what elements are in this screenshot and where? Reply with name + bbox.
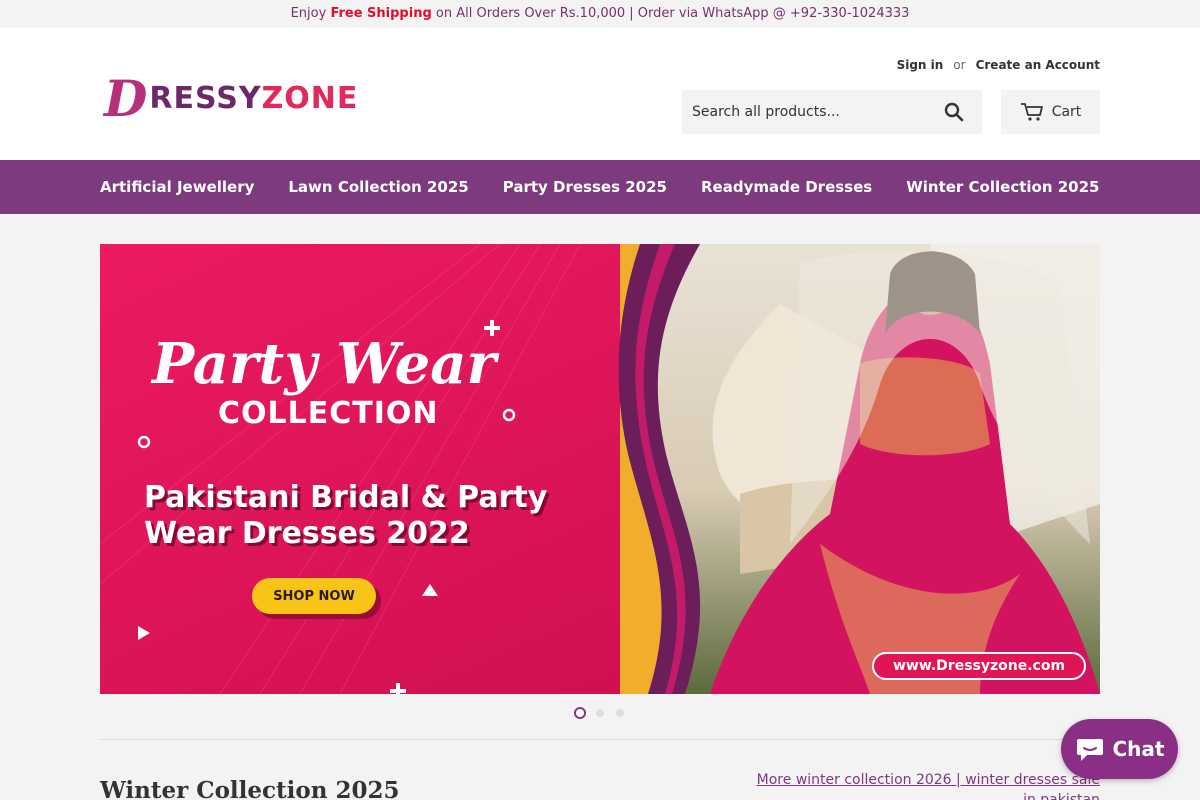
chat-icon (1076, 739, 1103, 761)
section-more-link[interactable]: More winter collection 2026 | winter dre… (740, 770, 1100, 800)
account-or: or (953, 58, 966, 72)
slider-dots (574, 707, 626, 719)
site-logo[interactable]: D RESSYZONE (104, 74, 358, 124)
hero-headline: Pakistani Bridal & Party Wear Dresses 20… (144, 480, 548, 551)
nav-item-readymade-dresses[interactable]: Readymade Dresses (701, 178, 872, 196)
cart-icon (1020, 103, 1043, 121)
hero-title-script: Party Wear (152, 331, 497, 397)
announcement-phone[interactable]: +92-330-1024333 (790, 6, 910, 21)
slider-dot-1[interactable] (574, 707, 586, 719)
search-input[interactable] (682, 104, 932, 120)
sign-in-link[interactable]: Sign in (897, 58, 944, 72)
search-form (682, 90, 982, 134)
announcement-prefix: Enjoy (290, 6, 327, 21)
search-icon (944, 102, 964, 122)
section-divider (100, 739, 1100, 740)
nav-item-party-dresses[interactable]: Party Dresses 2025 (503, 178, 667, 196)
create-account-link[interactable]: Create an Account (976, 58, 1100, 72)
logo-wordmark: RESSYZONE (149, 84, 358, 114)
logo-word-part-a: RESSY (149, 81, 262, 116)
section-title: Winter Collection 2025 (100, 777, 400, 800)
chat-label: Chat (1112, 737, 1165, 761)
search-button[interactable] (932, 90, 976, 134)
hero-artwork (100, 244, 1100, 694)
hero-title-caps: COLLECTION (218, 396, 439, 431)
logo-word-part-b: ZONE (261, 81, 359, 116)
announcement-highlight: Free Shipping (330, 6, 432, 21)
main-nav: Artificial Jewellery Lawn Collection 202… (0, 160, 1200, 214)
slider-dot-3[interactable] (614, 707, 626, 719)
announcement-middle: on All Orders Over Rs.10,000 | Order via… (435, 6, 786, 21)
account-links: Sign in or Create an Account (897, 58, 1100, 72)
nav-item-artificial-jewellery[interactable]: Artificial Jewellery (100, 178, 254, 196)
cart-button[interactable]: Cart (1001, 90, 1100, 134)
announcement-bar: Enjoy Free Shipping on All Orders Over R… (0, 0, 1200, 28)
cart-label: Cart (1051, 104, 1082, 120)
site-header: D RESSYZONE Sign in or Create an Account… (0, 28, 1200, 160)
hero-url: www.Dressyzone.com (872, 652, 1086, 680)
nav-item-winter-collection[interactable]: Winter Collection 2025 (906, 178, 1099, 196)
logo-mark: D (104, 69, 148, 128)
chat-button[interactable]: Chat (1061, 719, 1178, 779)
shop-now-button[interactable]: SHOP NOW (252, 578, 376, 614)
nav-item-lawn-collection[interactable]: Lawn Collection 2025 (288, 178, 468, 196)
slider-dot-2[interactable] (594, 707, 606, 719)
hero-banner[interactable]: Party Wear COLLECTION Pakistani Bridal &… (100, 244, 1100, 694)
